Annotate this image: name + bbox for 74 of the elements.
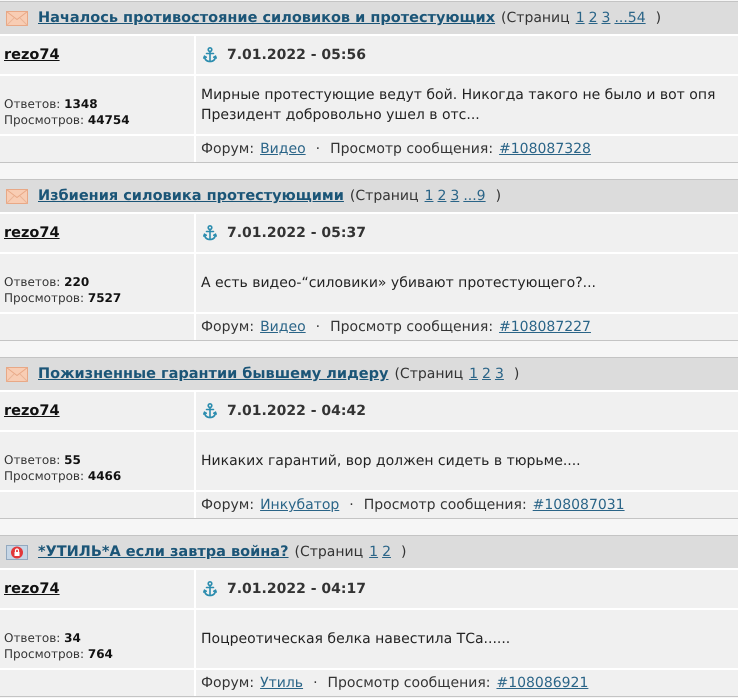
author-link[interactable]: rezo74 bbox=[4, 47, 60, 63]
replies-count: Ответов: 34 bbox=[4, 630, 82, 646]
page-link[interactable]: 1 bbox=[469, 366, 482, 382]
post-link[interactable]: #108087227 bbox=[499, 319, 591, 335]
post-label: Просмотр сообщения: bbox=[330, 319, 494, 335]
page-link[interactable]: 2 bbox=[382, 544, 395, 560]
post-date: 7.01.2022 - 05:56 bbox=[227, 47, 366, 63]
message-text: А есть видео-“силовики» убивают протестующего?... bbox=[201, 274, 597, 293]
views-count: Просмотров: 4466 bbox=[4, 468, 122, 484]
page-link[interactable]: 1 bbox=[576, 10, 589, 26]
pages-close: ) bbox=[401, 544, 406, 560]
message-text: Президент добровольно ушел в отс... bbox=[201, 106, 481, 125]
forum-label: Форум: bbox=[201, 497, 254, 513]
page-link[interactable]: 1 bbox=[424, 188, 438, 204]
message-text: Мирные протестующие ведут бой. Никогда такого не было и вот опя bbox=[201, 86, 716, 105]
post-label: Просмотр сообщения: bbox=[364, 497, 527, 513]
post-link[interactable]: #108086921 bbox=[496, 675, 588, 691]
pages-label: (Страниц bbox=[394, 366, 464, 382]
message-text: Никаких гарантий, вор должен сидеть в тюрьме.... bbox=[201, 452, 582, 471]
post-date: 7.01.2022 - 04:42 bbox=[227, 403, 366, 419]
forum-label: Форум: bbox=[201, 141, 254, 157]
page-link[interactable]: ...9 bbox=[463, 188, 490, 204]
forum-link[interactable]: Видео bbox=[260, 319, 306, 335]
forum-link[interactable]: Утиль bbox=[260, 675, 304, 691]
forum-link[interactable]: Инкубатор bbox=[260, 497, 340, 513]
views-count: Просмотров: 7527 bbox=[4, 290, 122, 306]
pages-close: ) bbox=[656, 10, 662, 26]
topic-title-link[interactable]: Началось противостояние силовиков и протестующих bbox=[38, 10, 496, 26]
post-date: 7.01.2022 - 05:37 bbox=[227, 225, 366, 241]
replies-count: Ответов: 220 bbox=[4, 274, 90, 290]
forum-label: Форум: bbox=[201, 319, 254, 335]
anchor-icon bbox=[203, 225, 217, 241]
pages-close: ) bbox=[496, 188, 502, 204]
topic-title-link[interactable]: *УТИЛЬ*А если завтра война? bbox=[38, 544, 289, 560]
separator: · bbox=[314, 141, 322, 157]
anchor-icon bbox=[203, 403, 217, 419]
pages-label: (Страниц bbox=[294, 544, 364, 560]
forum-label: Форум: bbox=[201, 675, 254, 691]
page-link[interactable]: 3 bbox=[494, 366, 508, 382]
locked-envelope-icon bbox=[6, 544, 28, 560]
pages-label: (Страниц bbox=[501, 10, 570, 26]
separator: · bbox=[312, 675, 319, 691]
replies-count: Ответов: 55 bbox=[4, 452, 82, 468]
topic-title-link[interactable]: Пожизненные гарантии бывшему лидеру bbox=[38, 366, 388, 382]
views-count: Просмотров: 44754 bbox=[4, 112, 131, 128]
post-link[interactable]: #108087328 bbox=[499, 141, 591, 157]
separator: · bbox=[348, 497, 355, 513]
post-label: Просмотр сообщения: bbox=[330, 141, 494, 157]
page-link[interactable]: ...54 bbox=[614, 10, 650, 26]
replies-count: Ответов: 1348 bbox=[4, 96, 99, 112]
views-count: Просмотров: 764 bbox=[4, 646, 114, 662]
post-link[interactable]: #108087031 bbox=[532, 497, 625, 513]
separator: · bbox=[314, 319, 322, 335]
topic-title-link[interactable]: Избиения силовика протестующими bbox=[38, 188, 344, 204]
post-date: 7.01.2022 - 04:17 bbox=[227, 581, 366, 597]
anchor-icon bbox=[203, 581, 217, 597]
page-link[interactable]: 2 bbox=[482, 366, 495, 382]
author-link[interactable]: rezo74 bbox=[4, 225, 60, 241]
page-link[interactable]: 2 bbox=[437, 188, 450, 204]
message-text: Поцреотическая белка навестила ТСа...... bbox=[201, 630, 512, 649]
author-link[interactable]: rezo74 bbox=[4, 581, 60, 597]
envelope-icon bbox=[6, 188, 28, 204]
page-link[interactable]: 3 bbox=[450, 188, 464, 204]
envelope-icon bbox=[6, 10, 28, 26]
envelope-icon bbox=[6, 366, 28, 382]
page-link[interactable]: 2 bbox=[588, 10, 602, 26]
pages-close: ) bbox=[514, 366, 520, 382]
post-label: Просмотр сообщения: bbox=[328, 675, 490, 691]
page-link[interactable]: 1 bbox=[369, 544, 382, 560]
page-link[interactable]: 3 bbox=[602, 10, 614, 26]
forum-link[interactable]: Видео bbox=[260, 141, 306, 157]
anchor-icon bbox=[203, 47, 217, 63]
author-link[interactable]: rezo74 bbox=[4, 403, 60, 419]
pages-label: (Страниц bbox=[350, 188, 419, 204]
